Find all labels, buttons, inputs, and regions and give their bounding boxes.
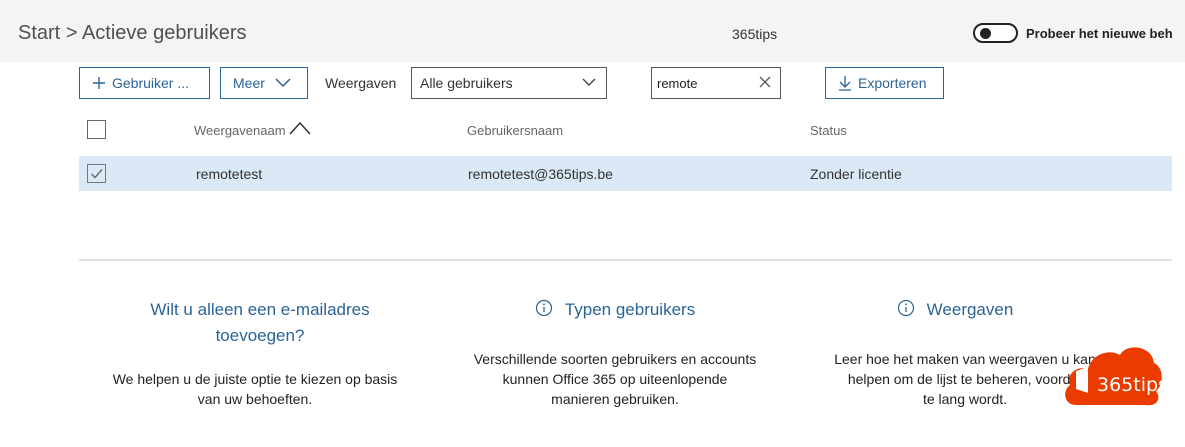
plus-icon (93, 77, 105, 89)
breadcrumb-separator: > (65, 22, 78, 44)
info-icon (535, 299, 552, 317)
export-label: Exporteren (858, 75, 927, 91)
download-icon (839, 76, 851, 91)
chevron-down-icon (275, 78, 291, 88)
row-checkbox[interactable] (87, 164, 106, 183)
checkmark-icon (91, 169, 103, 179)
card-title-email-only[interactable]: Wilt u alleen een e-mailadres toevoegen? (100, 297, 420, 349)
card-text-line: manieren gebruiken. (551, 391, 679, 407)
select-all-checkbox[interactable] (87, 120, 106, 139)
column-header-username[interactable]: Gebruikersnaam (467, 123, 563, 138)
views-label: Weergaven (325, 75, 397, 91)
page-title: Actieve gebruikers (81, 22, 247, 44)
card-title-user-types[interactable]: Typen gebruikers (455, 297, 775, 323)
column-header-status[interactable]: Status (810, 123, 847, 138)
card-text-email-only: We helpen u de juiste optie te kiezen op… (85, 369, 425, 409)
card-title-text: Typen gebruikers (564, 300, 696, 319)
column-header-display-name[interactable]: Weergavenaam (194, 123, 286, 138)
card-title-line: toevoegen? (215, 326, 305, 345)
export-button[interactable]: Exporteren (825, 67, 944, 99)
more-label: Meer (233, 75, 265, 91)
tenant-name: 365tips (732, 26, 778, 42)
add-user-label: Gebruiker ... (112, 75, 190, 91)
cell-display-name[interactable]: remotetest (196, 166, 262, 182)
toggle-label: Probeer het nieuwe beh (1026, 26, 1173, 41)
toggle-knob (980, 28, 991, 39)
card-text-line: van uw behoeften. (197, 391, 313, 407)
sort-ascending-icon[interactable] (288, 121, 312, 135)
card-title-text: Weergaven (926, 300, 1014, 319)
search-input[interactable]: remote (651, 67, 781, 99)
new-experience-toggle[interactable] (973, 23, 1018, 43)
card-title-views[interactable]: Weergaven (795, 297, 1115, 323)
views-select[interactable]: Alle gebruikers (411, 67, 607, 99)
section-divider (79, 259, 1172, 261)
cell-username: remotetest@365tips.be (468, 166, 613, 182)
search-value: remote (657, 75, 698, 91)
table-row[interactable]: remotetest remotetest@365tips.be Zonder … (79, 156, 1172, 191)
cell-status: Zonder licentie (810, 166, 902, 182)
card-text-line: We helpen u de juiste optie te kiezen op… (112, 371, 398, 387)
breadcrumb: Start > Actieve gebruikers (18, 22, 246, 45)
card-text-line: kunnen Office 365 op uiteenlopende (502, 371, 728, 387)
chevron-down-icon (582, 78, 596, 86)
more-button[interactable]: Meer (220, 67, 308, 99)
info-icon (897, 299, 914, 317)
card-text-user-types: Verschillende soorten gebruikers en acco… (440, 349, 790, 409)
logo-text: 365tips (1097, 374, 1168, 396)
breadcrumb-start[interactable]: Start (18, 22, 60, 44)
card-text-line: Verschillende soorten gebruikers en acco… (473, 351, 757, 367)
card-title-line: Wilt u alleen een e-mailadres (150, 300, 370, 319)
views-selected: Alle gebruikers (420, 75, 513, 91)
add-user-button[interactable]: Gebruiker ... (79, 67, 210, 99)
clear-icon[interactable] (758, 75, 772, 89)
